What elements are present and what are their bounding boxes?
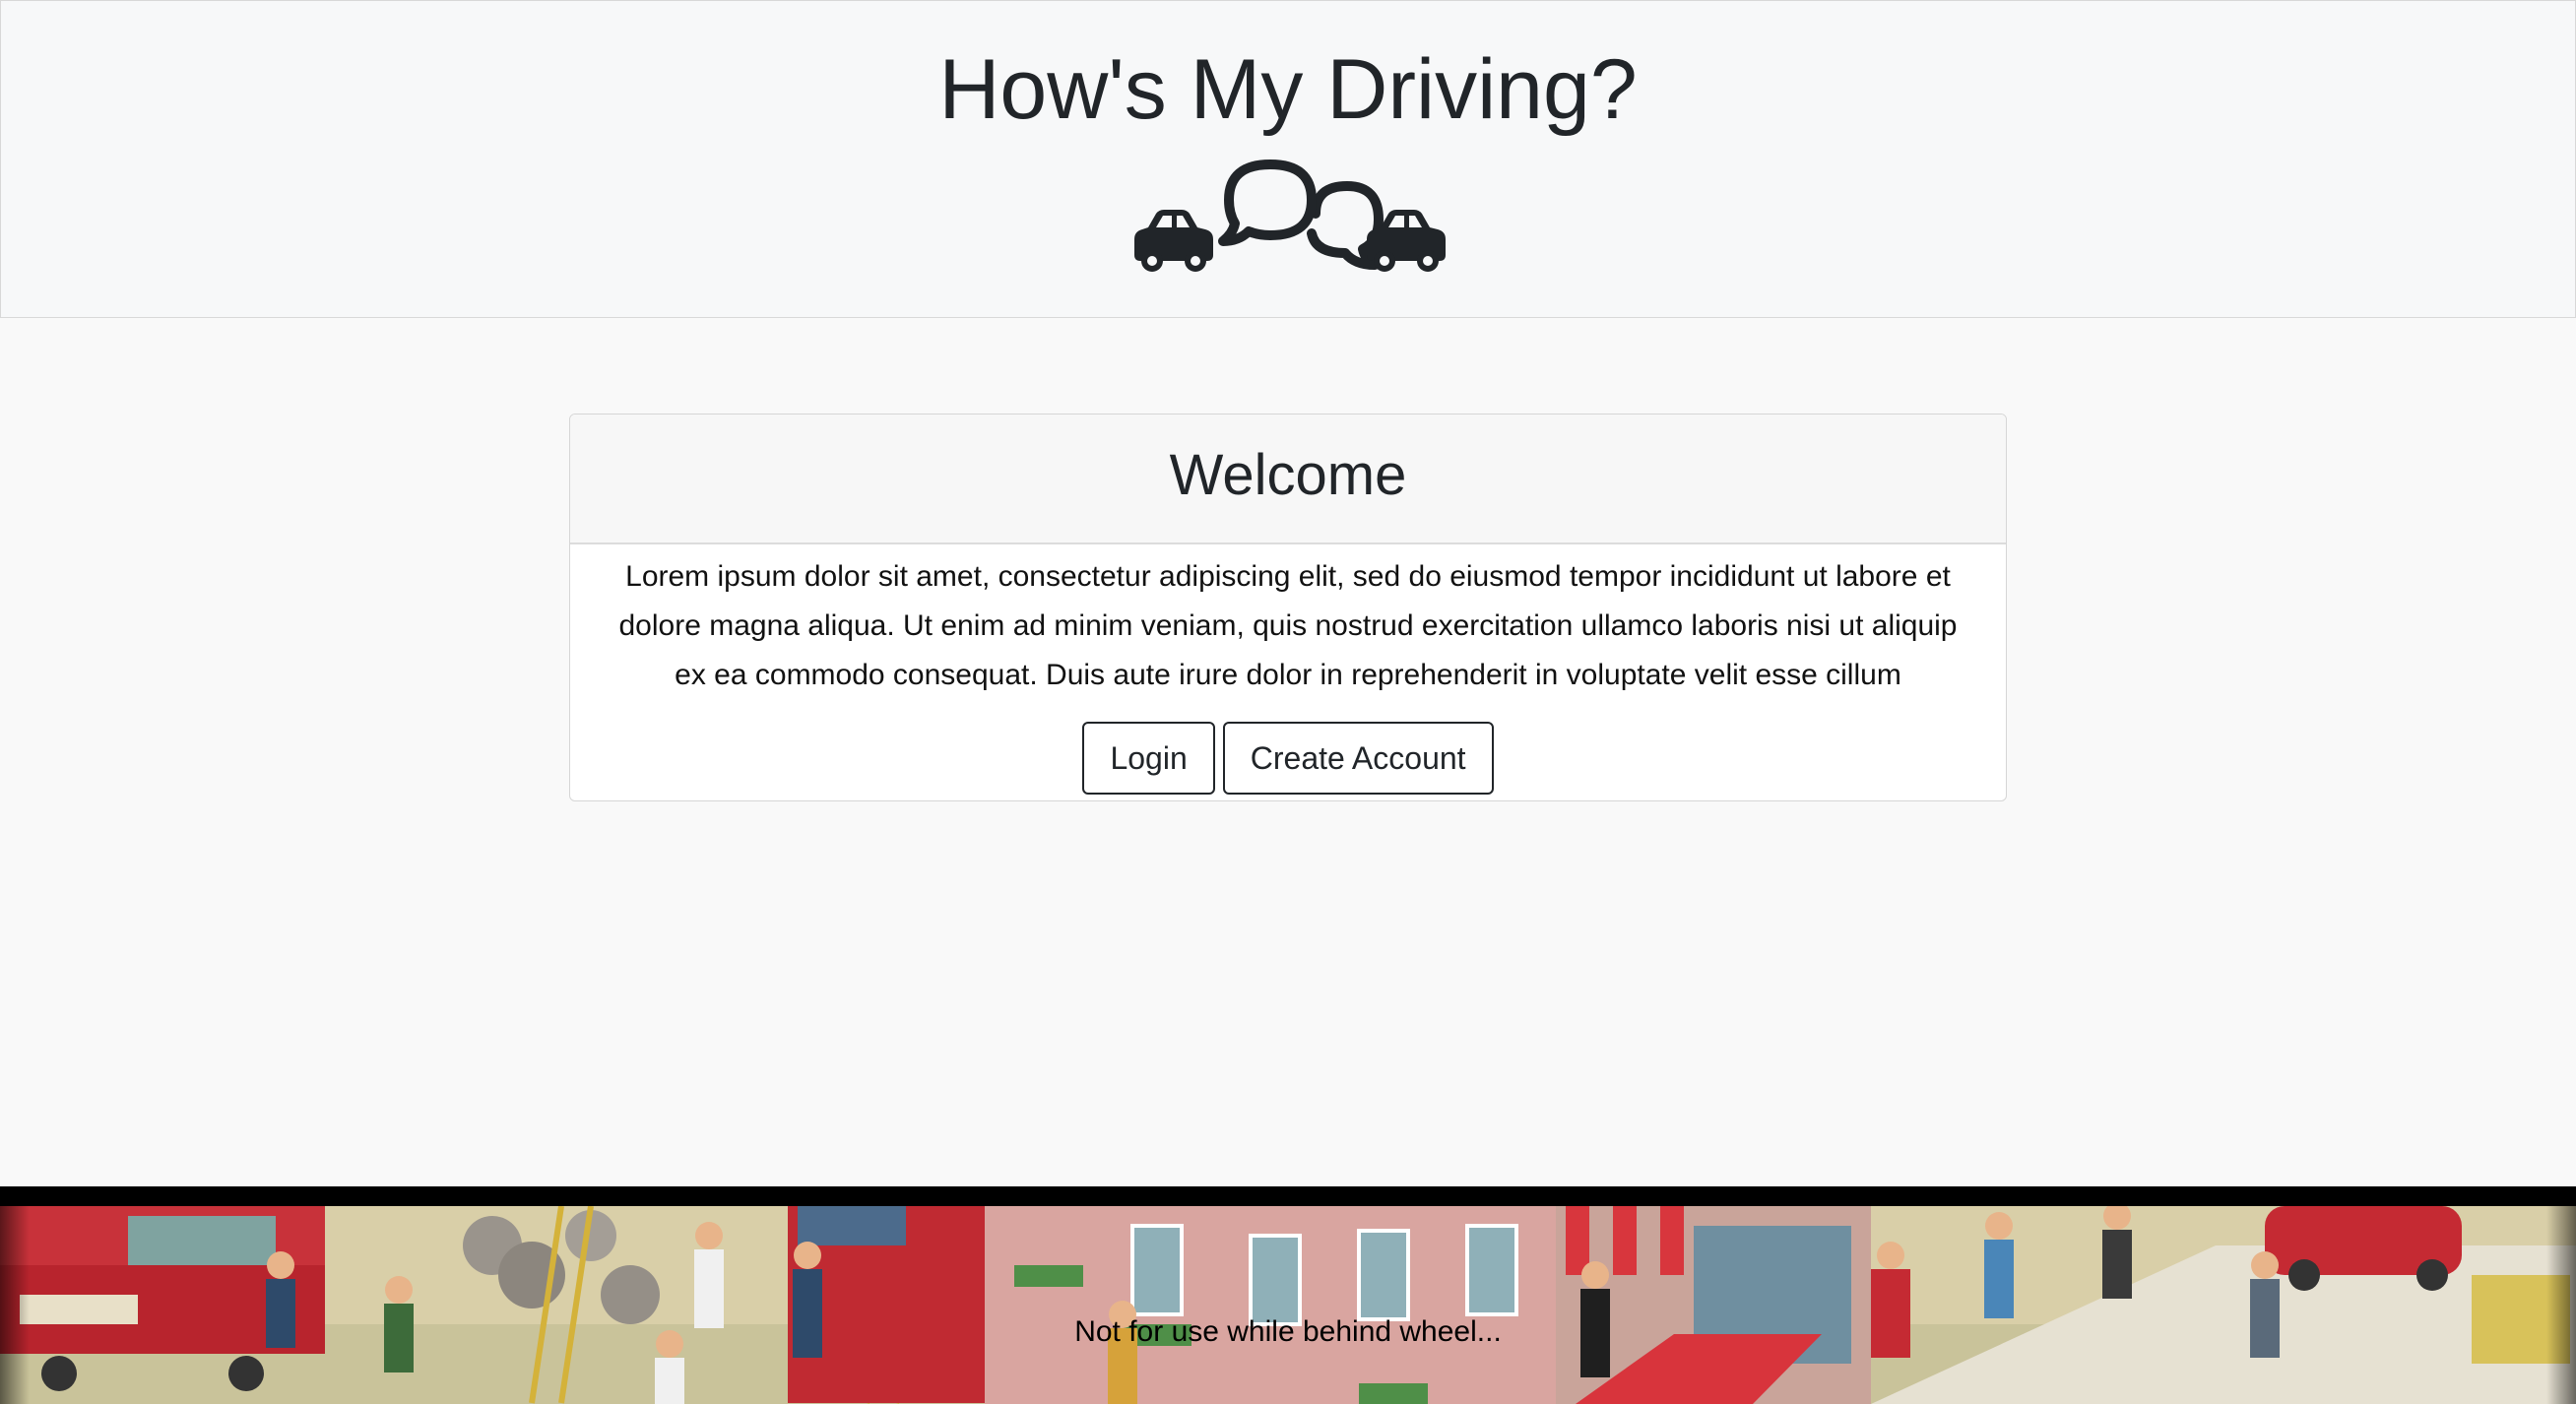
logo [1, 159, 2575, 273]
site-title: How's My Driving? [938, 42, 1638, 137]
footer-disclaimer: Not for use while behind wheel... [1074, 1315, 1502, 1348]
card-header: Welcome [570, 415, 2006, 544]
login-button[interactable]: Login [1082, 722, 1215, 795]
welcome-title: Welcome [1169, 443, 1407, 507]
logo-graphic [1134, 160, 1446, 272]
street-scene-illustration [0, 1206, 2576, 1404]
create-account-button[interactable]: Create Account [1222, 722, 1494, 795]
welcome-text: Lorem ipsum dolor sit amet, consectetur … [618, 560, 1958, 691]
welcome-card: Welcome Lorem ipsum dolor sit amet, cons… [569, 414, 2007, 801]
auth-buttons: Login Create Account [610, 722, 1966, 795]
footer: Not for use while behind wheel... [0, 1186, 2576, 1404]
speech-bubbles-icon [1218, 160, 1384, 270]
car-icon [1134, 210, 1213, 272]
card-body: Lorem ipsum dolor sit amet, consectetur … [570, 544, 2006, 795]
site-header: How's My Driving? [0, 0, 2576, 318]
